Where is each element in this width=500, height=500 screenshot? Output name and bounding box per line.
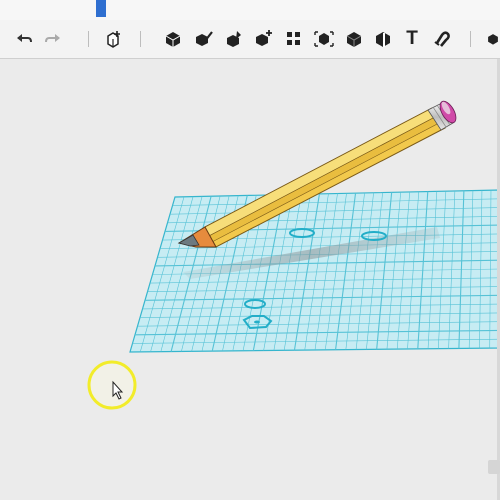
main-toolbar: T xyxy=(0,20,500,59)
toolbar-separator xyxy=(140,31,141,47)
sketch-tool-button[interactable] xyxy=(193,28,215,50)
measure-tool-button[interactable] xyxy=(372,28,394,50)
shape-tool-icon xyxy=(165,32,181,47)
combine-tool-button[interactable] xyxy=(343,28,365,50)
group-tool-icon xyxy=(314,31,334,47)
toolbar-separator xyxy=(470,31,471,47)
measure-tool-icon xyxy=(376,32,390,47)
shape-tool-button[interactable] xyxy=(162,28,184,50)
pattern-tool-button[interactable] xyxy=(283,28,305,50)
insert-shape-icon xyxy=(107,31,120,48)
redo-icon xyxy=(45,34,60,43)
text-tool-icon: T xyxy=(406,28,418,49)
material-tool-icon xyxy=(488,34,498,45)
insert-shape-button[interactable] xyxy=(102,28,124,50)
redo-button[interactable] xyxy=(42,28,64,50)
modify-tool-button[interactable] xyxy=(223,28,245,50)
title-accent xyxy=(96,0,106,17)
transform-tool-button[interactable] xyxy=(253,28,275,50)
modify-tool-icon xyxy=(227,31,241,47)
toolbar-separator xyxy=(88,31,89,47)
workplane-scene xyxy=(87,100,500,410)
workplane-grid[interactable] xyxy=(129,189,500,353)
undo-button[interactable] xyxy=(13,28,35,50)
snap-tool-button[interactable] xyxy=(431,28,453,50)
undo-icon xyxy=(17,34,32,43)
snap-tool-icon xyxy=(434,31,450,47)
3d-viewport[interactable] xyxy=(0,59,500,500)
group-tool-button[interactable] xyxy=(313,28,335,50)
transform-tool-icon xyxy=(256,30,272,46)
hexagon-marker-center xyxy=(254,320,260,324)
resize-handle[interactable] xyxy=(488,460,500,474)
pattern-tool-icon xyxy=(287,32,300,45)
combine-tool-icon xyxy=(346,32,362,47)
cursor-highlight xyxy=(87,360,137,410)
text-tool-button[interactable]: T xyxy=(401,28,423,50)
sketch-tool-icon xyxy=(196,31,213,46)
material-tool-button[interactable] xyxy=(486,28,500,50)
window-title-strip xyxy=(0,0,500,21)
